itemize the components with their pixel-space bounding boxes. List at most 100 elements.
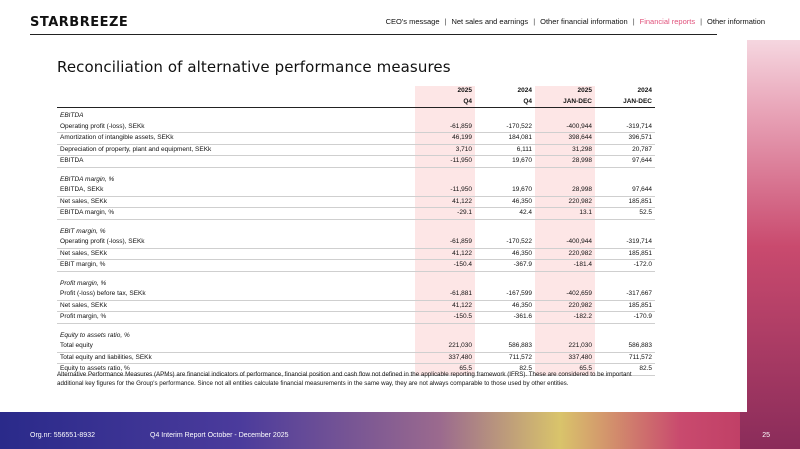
table-cell: -167,599 <box>475 289 535 301</box>
row-label: EBIT margin, % <box>57 259 415 272</box>
table-row: Operating profit (-loss), SEKk -61,859 -17… <box>57 121 655 133</box>
table-cell: 19,670 <box>475 185 535 197</box>
table-cell: -181.4 <box>535 259 595 272</box>
row-label: EBITDA <box>57 155 415 168</box>
table-cell: -61,881 <box>415 289 475 301</box>
report-title: Q4 Interim Report October - December 202… <box>150 432 289 439</box>
table-cell: -319,714 <box>595 121 655 133</box>
apm-footnote: Alternative Performance Measures (APMs) … <box>57 371 632 387</box>
apm-table: 2025 2024 2025 2024 Q4 Q4 JAN-DEC JAN-DE… <box>57 86 655 376</box>
top-nav: CEO's message | Net sales and earnings | Oth… <box>381 17 770 26</box>
table-cell: 185,851 <box>595 248 655 260</box>
table-cell: 337,480 <box>535 352 595 364</box>
period-header: JAN-DEC <box>595 96 655 108</box>
table-cell: 97,644 <box>595 155 655 168</box>
table-cell: 3,710 <box>415 144 475 156</box>
table-cell: -11,950 <box>415 155 475 168</box>
table-cell: 28,998 <box>535 155 595 168</box>
table-cell: 221,030 <box>415 341 475 353</box>
row-label: Total equity <box>57 341 415 353</box>
row-label: Net sales, SEKk <box>57 248 415 260</box>
table-row: Total equity and liabilities, SEKk 337,48… <box>57 352 655 364</box>
table-cell: -150.4 <box>415 259 475 272</box>
decorative-strip <box>740 0 800 449</box>
table-cell: 396,571 <box>595 132 655 145</box>
table-cell: 220,982 <box>535 196 595 208</box>
table-cell: 46,199 <box>415 132 475 145</box>
row-label: Net sales, SEKk <box>57 196 415 208</box>
page-number: 25 <box>762 432 770 439</box>
table-row: Net sales, SEKk 41,122 46,350 220,982 185,85… <box>57 300 655 312</box>
section-heading-row: EBIT margin, % <box>57 223 655 237</box>
section-title: Profit margin, % <box>60 279 107 287</box>
nav-item-net-sales-and-earnings[interactable]: Net sales and earnings <box>446 17 533 26</box>
row-label: Depreciation of property, plant and equi… <box>57 144 415 156</box>
table-body: EBITDA Operating profit (-loss), SEKk -61,… <box>57 107 655 376</box>
table-cell: 41,122 <box>415 248 475 260</box>
table-cell: -61,859 <box>415 121 475 133</box>
table-row: Depreciation of property, plant and equi… <box>57 144 655 156</box>
table-cell: 185,851 <box>595 300 655 312</box>
row-label: Profit (-loss) before tax, SEKk <box>57 289 415 301</box>
table-cell: 711,572 <box>475 352 535 364</box>
row-label: Amortization of intangible assets, SEKk <box>57 132 415 145</box>
table-cell: -317,667 <box>595 289 655 301</box>
row-label: Profit margin, % <box>57 311 415 324</box>
table-cell: 337,480 <box>415 352 475 364</box>
table-cell: 41,122 <box>415 196 475 208</box>
table-cell: -170,522 <box>475 237 535 249</box>
table-cell: 46,350 <box>475 196 535 208</box>
org-number: Org.nr: 556551-8932 <box>30 432 95 439</box>
table-cell: 13.1 <box>535 207 595 220</box>
table-cell: -402,659 <box>535 289 595 301</box>
table-cell: 711,572 <box>595 352 655 364</box>
table-cell: 52.5 <box>595 207 655 220</box>
period-header: JAN-DEC <box>535 96 595 108</box>
nav-item-ceo-s-message[interactable]: CEO's message <box>381 17 445 26</box>
table-cell: 398,644 <box>535 132 595 145</box>
table-cell: 221,030 <box>535 341 595 353</box>
table-row: EBITDA margin, % -29.1 42.4 13.1 52.5 <box>57 207 655 220</box>
row-label: EBITDA margin, % <box>57 207 415 220</box>
section-heading-row: Equity to assets ratio, % <box>57 327 655 341</box>
period-header: Q4 <box>475 96 535 108</box>
nav-item-financial-reports[interactable]: Financial reports <box>635 17 700 26</box>
table-cell: -182.2 <box>535 311 595 324</box>
table-cell: 46,350 <box>475 248 535 260</box>
header-rule <box>30 34 717 35</box>
table-cell: 46,350 <box>475 300 535 312</box>
table-row: Operating profit (-loss), SEKk -61,859 -17… <box>57 237 655 249</box>
header-row-years: 2025 2024 2025 2024 <box>57 86 655 97</box>
row-label: EBITDA, SEKk <box>57 185 415 197</box>
table-cell: 6,111 <box>475 144 535 156</box>
section-title: EBITDA margin, % <box>60 175 115 183</box>
section-heading-row: EBITDA margin, % <box>57 171 655 185</box>
table-cell: 586,883 <box>595 341 655 353</box>
table-row: Profit (-loss) before tax, SEKk -61,881 -1… <box>57 289 655 301</box>
table-cell: 184,081 <box>475 132 535 145</box>
year-header: 2025 <box>535 86 595 97</box>
content-panel: STARBREEZE CEO's message | Net sales and e… <box>0 0 800 412</box>
table-cell: 42.4 <box>475 207 535 220</box>
table-cell: 20,787 <box>595 144 655 156</box>
year-header: 2024 <box>637 87 652 94</box>
section-title: Equity to assets ratio, % <box>60 331 130 339</box>
section-heading-row: Profit margin, % <box>57 275 655 289</box>
table-cell: 586,883 <box>475 341 535 353</box>
footer: Org.nr: 556551-8932 Q4 Interim Report Oc… <box>0 412 800 449</box>
table-row: EBIT margin, % -150.4 -367.9 -181.4 -172.0 <box>57 259 655 272</box>
header-row-periods: Q4 Q4 JAN-DEC JAN-DEC <box>57 96 655 108</box>
table-cell: -170,522 <box>475 121 535 133</box>
year-header: 2025 <box>415 86 475 97</box>
table-cell: 28,998 <box>535 185 595 197</box>
table-cell: -400,944 <box>535 121 595 133</box>
table-row: EBITDA, SEKk -11,950 19,670 28,998 97,644 <box>57 185 655 197</box>
row-label: Operating profit (-loss), SEKk <box>57 237 415 249</box>
year-header: 2024 <box>517 87 532 94</box>
table-cell: 220,982 <box>535 248 595 260</box>
nav-item-other-information[interactable]: Other information <box>702 17 770 26</box>
nav-item-other-financial-information[interactable]: Other financial information <box>535 17 633 26</box>
page-title: Reconciliation of alternative performanc… <box>57 58 451 76</box>
section-title: EBITDA <box>60 112 84 119</box>
section-heading-row: EBITDA <box>57 107 655 122</box>
